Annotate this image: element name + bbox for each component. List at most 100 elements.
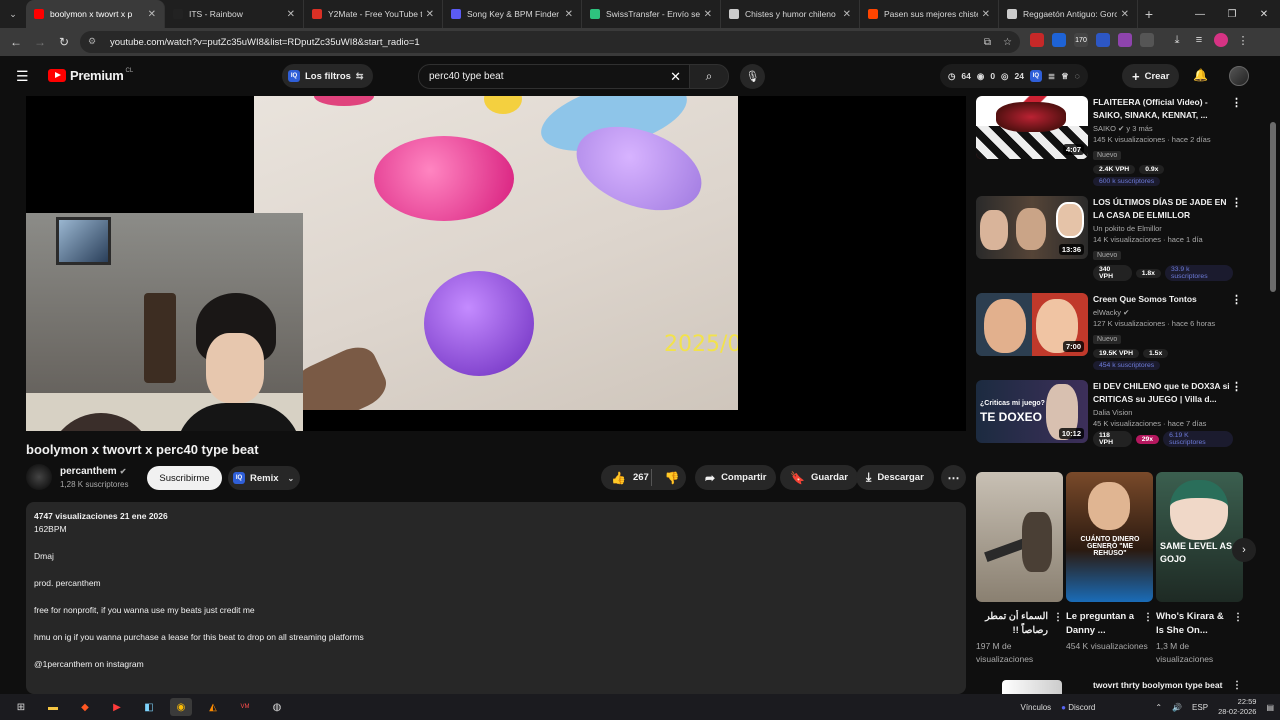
close-tab-icon[interactable]: ✕ <box>565 9 573 20</box>
browser-tab[interactable]: SwissTransfer - Envío seg ✕ <box>582 0 721 28</box>
browser-menu-icon[interactable]: ⋮ <box>1236 33 1250 47</box>
youtube-premium-logo[interactable]: Premium CL <box>48 68 133 83</box>
voicemeeter-icon[interactable]: VM <box>234 698 256 716</box>
browser-tab[interactable]: ITS - Rainbow ✕ <box>165 0 304 28</box>
notifications-bell-icon[interactable]: 🔔 <box>1193 68 1208 82</box>
links-toolbar[interactable]: Vínculos <box>1020 703 1051 712</box>
windows-start-icon[interactable]: ⊞ <box>10 698 32 716</box>
video-thumbnail[interactable]: 13:36 <box>976 196 1088 259</box>
like-button[interactable]: 👍 267 <box>601 469 653 486</box>
back-icon[interactable]: ← <box>4 35 28 49</box>
recommended-video-partial[interactable]: twovrt thrty boolymon type beat ⋮ <box>976 680 1266 694</box>
tab-search-button[interactable]: ⌄ <box>0 0 26 28</box>
extension-icon-4[interactable] <box>1096 33 1110 47</box>
short-menu-icon[interactable]: ⋮ <box>1233 612 1243 623</box>
install-app-icon[interactable]: ⧉ <box>984 37 991 48</box>
extension-icon-2[interactable] <box>1052 33 1066 47</box>
video-menu-icon[interactable]: ⋮ <box>1231 196 1242 209</box>
short-card[interactable]: السماء أن تمطر رصاصاً !! 197 M de visual… <box>976 472 1063 666</box>
discord-tray-item[interactable]: ● Discord <box>1061 703 1095 712</box>
browser-tab[interactable]: Pasen sus mejores chiste ✕ <box>860 0 999 28</box>
channel-avatar[interactable] <box>26 464 52 490</box>
filters-button[interactable]: IQ Los filtros ⇆ <box>282 64 374 88</box>
search-button[interactable]: ⌕ <box>689 64 729 89</box>
new-tab-button[interactable]: + <box>1138 6 1160 22</box>
video-menu-icon[interactable]: ⋮ <box>1231 293 1242 306</box>
extensions-puzzle-icon[interactable] <box>1140 33 1154 47</box>
short-thumbnail[interactable]: SAME LEVEL AS GOJO <box>1156 472 1243 602</box>
create-button[interactable]: + Crear <box>1122 64 1180 88</box>
extension-icon-1[interactable] <box>1030 33 1044 47</box>
close-tab-icon[interactable]: ✕ <box>982 9 990 20</box>
remix-button[interactable]: IQ Remix ⌄ <box>228 466 300 490</box>
video-thumbnail[interactable] <box>1002 680 1062 694</box>
restore-icon[interactable]: ❐ <box>1216 9 1248 20</box>
page-scrollbar[interactable] <box>1270 96 1276 686</box>
close-tab-icon[interactable]: ✕ <box>1121 9 1129 20</box>
close-tab-icon[interactable]: ✕ <box>843 9 851 20</box>
obs-icon[interactable]: ◍ <box>266 698 288 716</box>
more-actions-button[interactable]: ⋯ <box>941 465 966 490</box>
system-clock[interactable]: 22:59 28-02-2026 <box>1218 697 1256 717</box>
shelf-next-button[interactable]: › <box>1232 538 1256 562</box>
video-player[interactable]: 2025/0 <box>26 96 966 431</box>
close-tab-icon[interactable]: ✕ <box>148 9 156 20</box>
channel-name-row[interactable]: percanthem ✔ <box>60 466 126 477</box>
scrollbar-thumb[interactable] <box>1270 122 1276 292</box>
short-thumbnail[interactable]: CUÁNTO DINERO GENERÓ "ME REHÚSO" <box>1066 472 1153 602</box>
browser-tab[interactable]: Chistes y humor chileno ✕ <box>721 0 860 28</box>
short-thumbnail[interactable] <box>976 472 1063 602</box>
hamburger-menu-icon[interactable]: ☰ <box>16 68 29 85</box>
share-button[interactable]: ➦ Compartir <box>695 465 777 490</box>
forward-icon[interactable]: → <box>28 35 52 49</box>
tray-expand-icon[interactable]: ⌃ <box>1155 703 1162 712</box>
browser-tab[interactable]: Reggaetón Antiguo: Gorc ✕ <box>999 0 1138 28</box>
fl-studio-icon[interactable]: ◭ <box>202 698 224 716</box>
media-player-icon[interactable]: ▶ <box>106 698 128 716</box>
short-menu-icon[interactable]: ⋮ <box>1143 612 1153 623</box>
address-bar[interactable]: ⚙ youtube.com/watch?v=putZc35uWI8&list=R… <box>80 31 1020 53</box>
video-menu-icon[interactable]: ⋮ <box>1232 680 1242 691</box>
video-description[interactable]: 4747 visualizaciones 21 ene 2026 162BPM D… <box>26 502 966 694</box>
chrome-icon[interactable]: ◉ <box>170 698 192 716</box>
video-menu-icon[interactable]: ⋮ <box>1231 96 1242 109</box>
recommended-video[interactable]: 13:36 LOS ÚLTIMOS DÍAS DE JADE EN LA CAS… <box>976 196 1266 281</box>
recommended-video[interactable]: 4:07 FLAITEERA (Official Video) - SAIKO,… <box>976 96 1266 186</box>
browser-tab[interactable]: boolymon x twovrt x p ✕ <box>26 0 165 28</box>
clear-search-icon[interactable]: ✕ <box>670 69 681 85</box>
download-button[interactable]: ⤓ Descargar <box>856 465 934 490</box>
video-thumbnail[interactable]: 7:00 <box>976 293 1088 356</box>
recommended-video[interactable]: ¿Criticas mi juego? TE DOXEO 10:12 El DE… <box>976 380 1266 460</box>
video-menu-icon[interactable]: ⋮ <box>1231 380 1242 393</box>
volume-icon[interactable]: 🔊 <box>1172 703 1182 712</box>
notes-app-icon[interactable]: ◧ <box>138 698 160 716</box>
voice-search-button[interactable]: 🎙 <box>740 64 765 89</box>
close-tab-icon[interactable]: ✕ <box>426 9 434 20</box>
dislike-button[interactable]: 👎 <box>658 471 686 485</box>
search-input[interactable]: perc40 type beat ✕ <box>418 64 690 89</box>
recommended-video[interactable]: 7:00 Creen Que Somos Tontos elWacky ✔ 12… <box>976 293 1266 373</box>
reload-icon[interactable]: ↻ <box>52 35 76 49</box>
profile-avatar-icon[interactable] <box>1214 33 1228 47</box>
close-window-icon[interactable]: ✕ <box>1248 9 1280 20</box>
save-button[interactable]: 🔖 Guardar <box>780 465 858 490</box>
browser-tab[interactable]: Song Key & BPM Finder | ✕ <box>443 0 582 28</box>
download-icon[interactable]: ⤓ <box>1170 33 1184 47</box>
close-tab-icon[interactable]: ✕ <box>287 9 295 20</box>
notification-center-icon[interactable]: ▤ <box>1266 703 1274 712</box>
close-tab-icon[interactable]: ✕ <box>704 9 712 20</box>
video-thumbnail[interactable]: 4:07 <box>976 96 1088 159</box>
brave-browser-icon[interactable]: ◆ <box>74 698 96 716</box>
extension-stats-bar[interactable]: ◷ 64 ◉ 0 ◎ 24 IQ ≣ ♕ ◌ <box>940 64 1088 88</box>
extension-icon-5[interactable] <box>1118 33 1132 47</box>
bookmark-star-icon[interactable]: ☆ <box>1003 37 1012 48</box>
short-menu-icon[interactable]: ⋮ <box>1053 612 1063 623</box>
minimize-icon[interactable]: — <box>1184 9 1216 20</box>
subscribe-button[interactable]: Suscribirme <box>147 466 222 490</box>
short-card[interactable]: SAME LEVEL AS GOJO Who's Kirara & Is She… <box>1156 472 1243 666</box>
account-avatar[interactable] <box>1229 66 1249 86</box>
short-card[interactable]: CUÁNTO DINERO GENERÓ "ME REHÚSO" Le preg… <box>1066 472 1153 653</box>
language-indicator[interactable]: ESP <box>1192 703 1208 712</box>
video-thumbnail[interactable]: ¿Criticas mi juego? TE DOXEO 10:12 <box>976 380 1088 443</box>
site-info-icon[interactable]: ⚙ <box>88 36 100 48</box>
